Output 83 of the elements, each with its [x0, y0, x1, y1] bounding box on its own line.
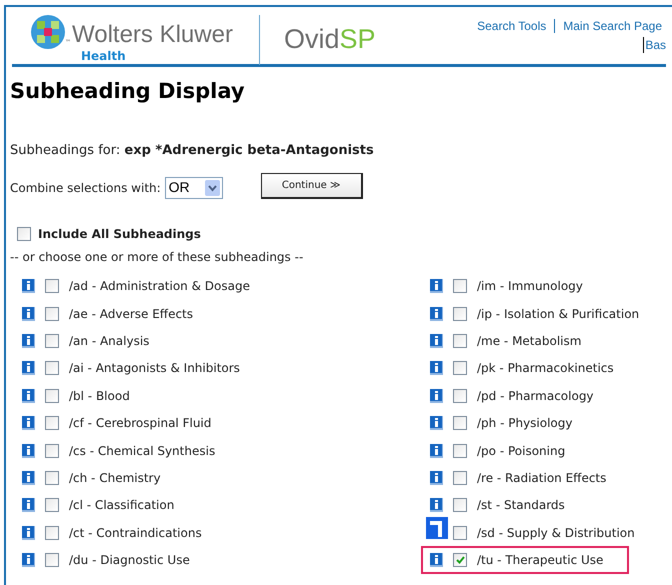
- info-icon[interactable]: [22, 416, 35, 430]
- subheading-label: /ph - Physiology: [477, 415, 572, 432]
- info-icon[interactable]: [430, 470, 443, 485]
- subheading-label: /ai - Antagonists & Inhibitors: [69, 360, 240, 378]
- checkbox[interactable]: [453, 498, 467, 512]
- combine-label: Combine selections with:: [10, 180, 161, 196]
- info-icon[interactable]: [22, 279, 35, 294]
- info-icon[interactable]: [430, 334, 443, 348]
- checkbox[interactable]: [17, 226, 31, 240]
- checkbox[interactable]: [453, 526, 467, 540]
- info-icon[interactable]: [22, 306, 35, 321]
- subheading-label: /ct - Contraindications: [69, 524, 202, 542]
- subheading-label: /an - Analysis: [69, 332, 150, 350]
- header-link[interactable]: Search Tools: [477, 17, 546, 35]
- checkbox[interactable]: [453, 306, 467, 321]
- info-icon[interactable]: [430, 553, 443, 568]
- subheading-label: /ad - Administration & Dosage: [69, 278, 250, 296]
- checkbox[interactable]: [453, 334, 467, 348]
- checkbox[interactable]: [453, 279, 467, 294]
- subheading-label: /im - Immunology: [477, 278, 583, 296]
- info-icon[interactable]: [22, 388, 35, 403]
- continue-button[interactable]: Continue ≫: [260, 172, 363, 198]
- info-icon[interactable]: [430, 444, 443, 458]
- checkmark-icon: [456, 556, 464, 564]
- subheading-label: /pd - Pharmacology: [477, 388, 594, 405]
- subheading-label: /ch - Chemistry: [69, 470, 161, 487]
- subheading-label: /ae - Adverse Effects: [69, 306, 194, 323]
- info-icon[interactable]: [22, 444, 35, 458]
- info-icon[interactable]: [22, 470, 35, 485]
- checkbox[interactable]: [45, 526, 59, 540]
- info-icon[interactable]: [22, 334, 35, 348]
- brand-division: Health: [81, 48, 127, 65]
- info-icon[interactable]: [22, 553, 35, 568]
- subheading-label: /re - Radiation Effects: [477, 470, 606, 487]
- subheading-label: /po - Poisoning: [477, 442, 566, 460]
- checkbox[interactable]: [453, 416, 467, 430]
- subject-line: Subheadings for: exp *Adrenergic beta-Antagonists: [10, 142, 375, 160]
- product-name: OvidSP: [284, 23, 376, 56]
- subheading-label: /bl - Blood: [69, 388, 130, 405]
- info-icon[interactable]: [426, 517, 448, 540]
- info-icon[interactable]: [430, 306, 443, 321]
- info-icon[interactable]: [22, 526, 35, 540]
- subheading-label: /cl - Classification: [69, 497, 174, 514]
- checkbox[interactable]: [45, 361, 59, 376]
- checkbox[interactable]: [453, 553, 467, 568]
- subheading-label: /cs - Chemical Synthesis: [69, 442, 216, 460]
- info-icon[interactable]: [430, 498, 443, 512]
- info-icon[interactable]: [22, 361, 35, 376]
- checkbox[interactable]: [45, 306, 59, 321]
- brand-name: Wolters Kluwer: [72, 21, 233, 49]
- checkbox[interactable]: [453, 444, 467, 458]
- header-link[interactable]: Main Search Page: [563, 17, 662, 35]
- include-all-label: Include All Subheadings: [38, 226, 201, 242]
- header-link[interactable]: Bas: [643, 37, 666, 53]
- subheading-label: /ip - Isolation & Purification: [477, 306, 640, 323]
- checkbox[interactable]: [45, 470, 59, 485]
- checkbox[interactable]: [45, 388, 59, 403]
- checkbox[interactable]: [45, 444, 59, 458]
- subheading-label: /me - Metabolism: [477, 332, 582, 350]
- hint-text: -- or choose one or more of these subheadings --: [10, 248, 304, 266]
- checkbox[interactable]: [45, 553, 59, 568]
- logo-icon: [31, 15, 65, 49]
- info-icon[interactable]: [430, 388, 443, 403]
- subheading-label: /cf - Cerebrospinal Fluid: [69, 415, 212, 432]
- checkbox[interactable]: [453, 361, 467, 376]
- dropdown-icon: [204, 180, 220, 196]
- subheading-label: /st - Standards: [477, 497, 565, 514]
- info-icon[interactable]: [22, 498, 35, 512]
- info-icon[interactable]: [430, 279, 443, 294]
- info-icon[interactable]: [430, 361, 443, 376]
- combine-select[interactable]: OR: [164, 176, 223, 198]
- subheading-label: /pk - Pharmacokinetics: [477, 360, 614, 378]
- checkbox[interactable]: [45, 334, 59, 348]
- checkbox[interactable]: [45, 498, 59, 512]
- page-title: Subheading Display: [10, 78, 246, 105]
- checkbox[interactable]: [453, 470, 467, 485]
- checkbox[interactable]: [453, 388, 467, 403]
- checkbox[interactable]: [45, 416, 59, 430]
- subheading-label: /sd - Supply & Distribution: [477, 524, 635, 542]
- checkbox[interactable]: [45, 279, 59, 294]
- info-icon[interactable]: [430, 416, 443, 430]
- subheading-label: /du - Diagnostic Use: [69, 552, 190, 570]
- subheading-label: /tu - Therapeutic Use: [477, 552, 604, 570]
